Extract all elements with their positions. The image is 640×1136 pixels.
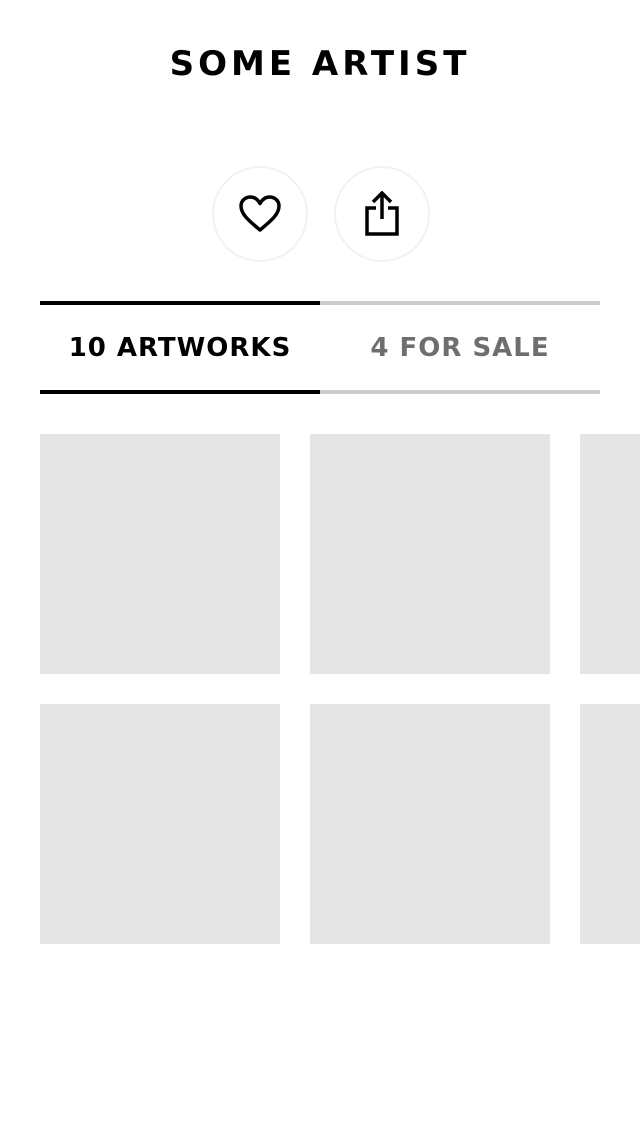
heart-icon xyxy=(238,194,282,234)
artwork-tile[interactable] xyxy=(310,434,550,674)
artwork-tile[interactable] xyxy=(580,704,640,944)
artwork-tile[interactable] xyxy=(40,434,280,674)
tab-for-sale[interactable]: 4 FOR SALE xyxy=(320,301,600,394)
follow-button[interactable] xyxy=(212,166,308,262)
share-button[interactable] xyxy=(334,166,430,262)
artist-name: SOME ARTIST xyxy=(169,44,471,84)
artist-tabs: 10 ARTWORKS 4 FOR SALE xyxy=(40,301,600,394)
artwork-tile[interactable] xyxy=(40,704,280,944)
tab-artworks[interactable]: 10 ARTWORKS xyxy=(40,301,320,394)
share-icon xyxy=(364,191,400,237)
artworks-grid xyxy=(40,434,640,944)
action-buttons xyxy=(212,166,430,262)
artwork-tile[interactable] xyxy=(310,704,550,944)
artwork-tile[interactable] xyxy=(580,434,640,674)
artist-page: SOME ARTIST 10 ARTWORKS 4 FOR SALE xyxy=(0,0,640,1136)
